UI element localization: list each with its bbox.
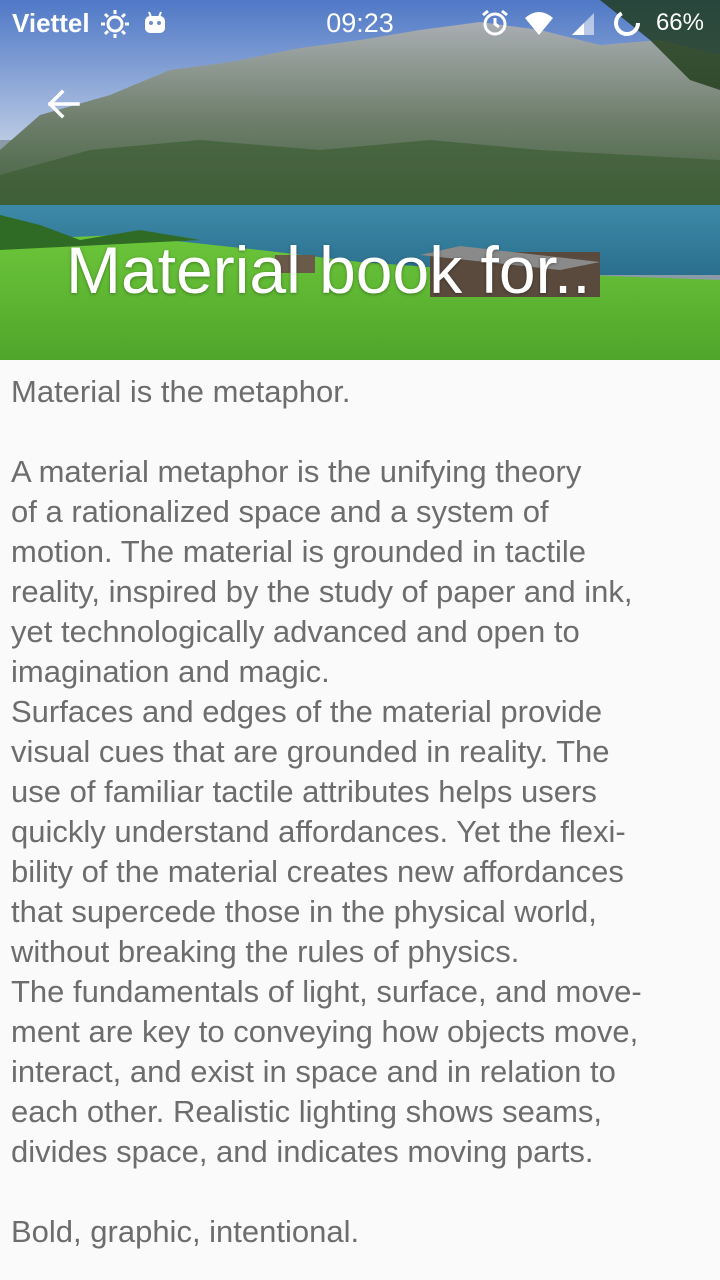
- battery-icon: [612, 8, 642, 38]
- wifi-icon: [524, 8, 554, 38]
- page-title: Material book for..: [66, 233, 591, 307]
- article-content: Material is the metaphor. A material met…: [11, 372, 711, 1252]
- back-button[interactable]: [38, 78, 90, 130]
- status-bar: Viettel 09:23 66%: [0, 0, 720, 50]
- alarm-icon: [480, 8, 510, 38]
- signal-icon: [568, 8, 598, 38]
- status-right: 66%: [480, 8, 704, 38]
- battery-level: 66%: [655, 9, 704, 36]
- arrow-back-icon: [47, 89, 80, 119]
- article-text: Material is the metaphor. A material met…: [11, 374, 642, 1249]
